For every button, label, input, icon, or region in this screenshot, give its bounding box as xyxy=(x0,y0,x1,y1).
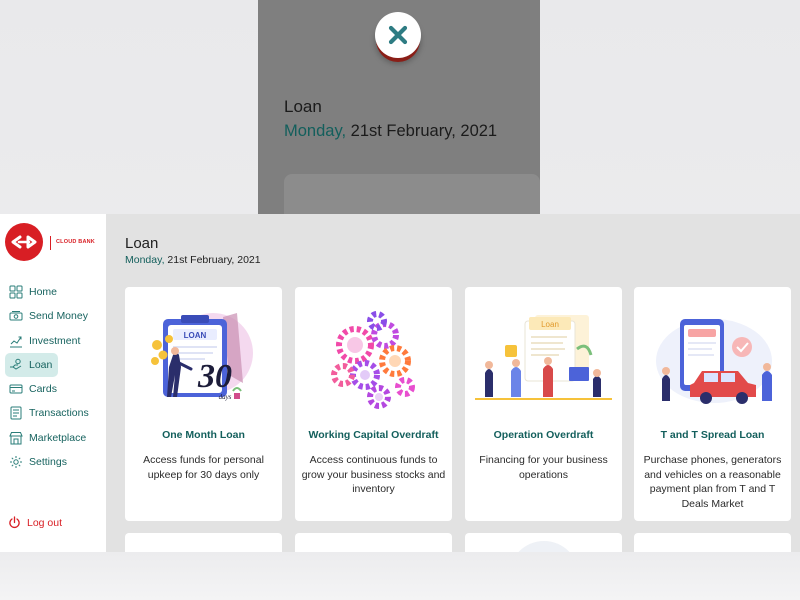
sidebar-item-home[interactable]: Home xyxy=(5,280,63,304)
card-description: Access continuous funds to grow your bus… xyxy=(301,454,446,495)
close-icon xyxy=(386,23,410,47)
card-description: Purchase phones, generators and vehicles… xyxy=(643,454,782,510)
sidebar-item-settings[interactable]: Settings xyxy=(5,450,73,474)
loan-card-operation-overdraft[interactable]: Loan Operation Overdraft Financing for y… xyxy=(465,287,622,521)
loan-card-placeholder[interactable] xyxy=(634,533,791,552)
card-description: Access funds for personal upkeep for 30 … xyxy=(143,454,264,481)
sidebar-item-label: Marketplace xyxy=(29,432,87,444)
mobile-card-placeholder xyxy=(284,174,540,214)
logout-button[interactable]: Log out xyxy=(8,516,62,529)
logout-label: Log out xyxy=(27,516,63,529)
phone-car-illustration xyxy=(656,319,772,404)
logo[interactable] xyxy=(5,223,43,261)
power-icon xyxy=(9,516,20,529)
page-title: Loan xyxy=(125,235,159,252)
store-icon xyxy=(9,432,23,445)
card-icon xyxy=(9,384,23,394)
loan-card-t-and-t-spread[interactable]: T and T Spread Loan Purchase phones, gen… xyxy=(634,287,791,521)
sidebar: CLOUD BANK Home Send Money Investment Lo… xyxy=(0,214,106,552)
date-day: Monday, xyxy=(125,254,165,266)
sidebar-item-marketplace[interactable]: Marketplace xyxy=(5,426,92,450)
close-button[interactable] xyxy=(375,12,421,58)
logo-divider xyxy=(50,236,51,250)
app-window: CLOUD BANK Home Send Money Investment Lo… xyxy=(0,214,800,552)
mobile-date-day: Monday, xyxy=(284,122,347,140)
clipboard-number-text: 30 xyxy=(197,358,232,395)
card-title: One Month Loan xyxy=(162,429,245,441)
card-title: T and T Spread Loan xyxy=(660,429,765,441)
transactions-icon xyxy=(10,406,22,420)
doc-header-text: Loan xyxy=(541,320,559,329)
brand-name: CLOUD BANK xyxy=(56,239,95,245)
gears-illustration xyxy=(331,311,415,409)
clipboard-header-text: LOAN xyxy=(184,331,207,340)
loan-card-one-month[interactable]: LOAN 30 days One Month Loan Access funds… xyxy=(125,287,282,521)
cloud-bank-logo-icon xyxy=(11,235,37,249)
clipboard-days-text: days xyxy=(219,393,232,401)
sidebar-item-label: Transactions xyxy=(29,407,89,419)
mobile-page-date: Monday, 21st February, 2021 xyxy=(284,122,497,141)
loan-card-working-capital[interactable]: Working Capital Overdraft Access continu… xyxy=(295,287,452,521)
sidebar-item-label: Investment xyxy=(29,335,81,347)
sidebar-item-loan[interactable]: Loan xyxy=(5,353,59,377)
bottom-background xyxy=(0,552,800,600)
sidebar-item-investment[interactable]: Investment xyxy=(5,329,86,353)
sidebar-item-label: Settings xyxy=(29,456,67,468)
loan-card-placeholder[interactable] xyxy=(465,533,622,552)
sidebar-item-label: Cards xyxy=(29,383,58,395)
chart-icon xyxy=(10,336,22,348)
sidebar-item-send-money[interactable]: Send Money xyxy=(5,304,94,328)
card-title: Working Capital Overdraft xyxy=(308,429,439,441)
mobile-date-rest: 21st February, 2021 xyxy=(346,122,498,140)
card-title: Operation Overdraft xyxy=(493,429,594,441)
loan-icon xyxy=(10,358,22,370)
sidebar-item-cards[interactable]: Cards xyxy=(5,377,63,401)
loan-card-placeholder[interactable] xyxy=(295,533,452,552)
sidebar-item-label: Loan xyxy=(29,359,53,371)
clipboard-30-days-illustration: LOAN 30 days xyxy=(151,313,253,401)
home-grid-icon xyxy=(9,285,23,299)
mobile-page-title: Loan xyxy=(284,97,322,116)
loan-card-placeholder[interactable] xyxy=(125,533,282,552)
sidebar-item-label: Home xyxy=(29,286,58,298)
page-date: Monday, 21st February, 2021 xyxy=(125,254,261,266)
money-icon xyxy=(9,311,23,321)
sidebar-item-label: Send Money xyxy=(29,310,88,322)
mobile-preview-panel: Loan Monday, 21st February, 2021 xyxy=(258,0,540,214)
sidebar-item-transactions[interactable]: Transactions xyxy=(5,401,95,425)
date-rest: 21st February, 2021 xyxy=(164,254,261,266)
main-content: Loan Monday, 21st February, 2021 LOAN 30… xyxy=(106,214,800,552)
team-office-illustration: Loan xyxy=(475,315,612,400)
illustration-circle xyxy=(509,541,579,552)
card-description: Financing for your business operations xyxy=(479,454,608,481)
gear-icon xyxy=(10,456,22,468)
